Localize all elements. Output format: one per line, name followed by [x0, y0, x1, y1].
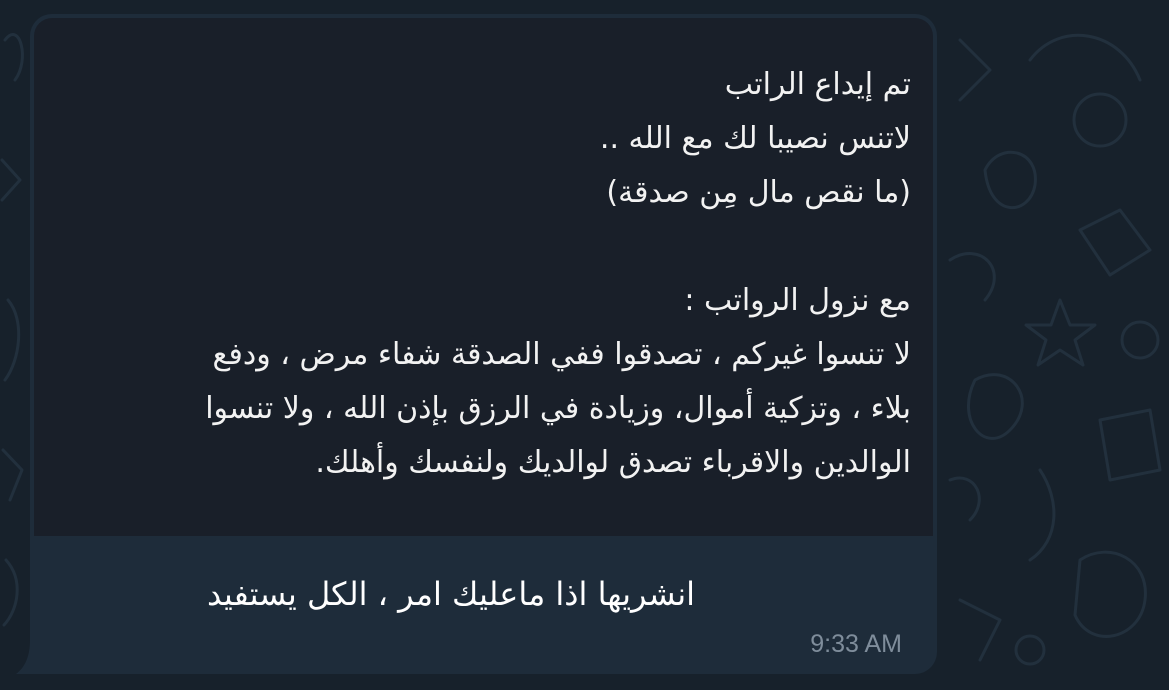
photo-text-line: بلاء ، وتزكية أموال، وزيادة في الرزق بإذ…	[205, 391, 911, 426]
photo-text-line: لاتنس نصيبا لك مع الله ..	[599, 121, 911, 156]
photo-text-line: لا تنسوا غيركم ، تصدقوا ففي الصدقة شفاء …	[212, 337, 911, 372]
photo-text-line: تم إيداع الراتب	[724, 67, 911, 102]
bubble-tail	[16, 640, 36, 674]
photo-text-line: مع نزول الرواتب :	[684, 283, 911, 318]
photo-text-line: الوالدين والاقرباء تصدق لوالديك ولنفسك و…	[315, 445, 911, 480]
photo-text: تم إيداع الراتب لاتنس نصيبا لك مع الله .…	[51, 58, 911, 490]
message-caption: انشريها اذا ماعليك امر ، الكل يستفيد	[30, 548, 937, 638]
caption-text: انشريها اذا ماعليك امر ، الكل يستفيد	[207, 575, 695, 613]
photo-text-line: (ما نقص مال مِن صدقة)	[606, 175, 911, 210]
photo-text-blank-line	[51, 220, 911, 274]
message-timestamp: 9:33 AM	[810, 630, 902, 658]
message-photo[interactable]: تم إيداع الراتب لاتنس نصيبا لك مع الله .…	[34, 18, 933, 536]
